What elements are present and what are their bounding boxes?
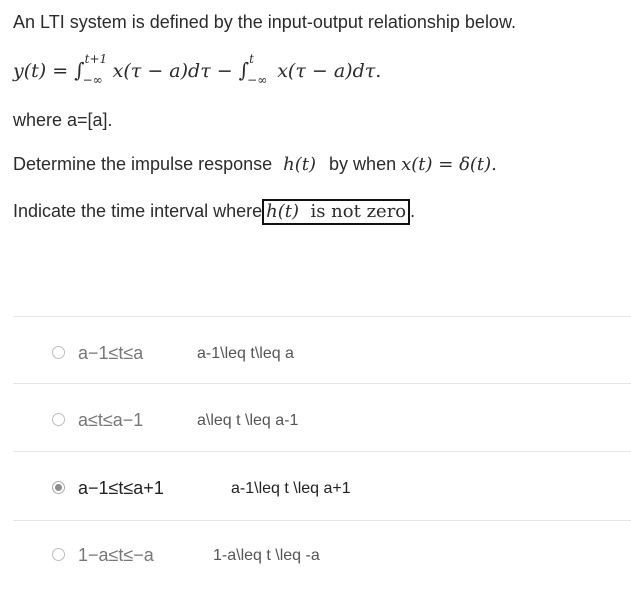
radio-button-selected[interactable] [52,481,65,494]
equation: y(t) = ∫ t+1 −∞ x(τ − a)dτ − ∫ t −∞ x(τ − a)… [13,52,382,87]
integral-2-lower: −∞ [247,73,268,87]
answer-option-3[interactable]: a−1≤t≤a+1 a-1\leq t \leq a+1 [0,452,631,518]
integral-1-lower: −∞ [82,73,103,87]
option-latex: a\leq t \leq a-1 [197,412,299,429]
answer-option-4[interactable]: 1−a≤t≤−a 1-a\leq t \leq -a [0,521,631,587]
radio-button[interactable] [52,413,65,426]
boxed-ht: h(t) [266,201,300,222]
option-latex: 1-a\leq t \leq -a [213,547,320,564]
integral-2-upper: t [249,52,254,66]
indicate-prefix: Indicate the time interval where [13,201,263,221]
boxed-expression: h(t) is not zero [262,199,411,225]
option-label: 1−a≤t≤−a [78,545,154,565]
equation-lhs: y(t) = [13,60,69,82]
boxed-rest: is not zero [310,201,407,222]
option-label: a−1≤t≤a+1 [78,478,164,498]
determine-prefix: Determine the impulse response [13,154,273,174]
integrand-2: x(τ − a)dτ. [277,60,382,82]
determine-text: Determine the impulse response h(t) by w… [13,154,497,175]
integrand-1: x(τ − a)dτ − [112,60,233,82]
indicate-text: Indicate the time interval where h(t) is … [13,199,415,225]
indicate-suffix: . [410,201,416,221]
radio-button[interactable] [52,346,65,359]
radio-button[interactable] [52,548,65,561]
option-latex: a-1\leq t\leq a [197,345,294,362]
option-label: a≤t≤a−1 [78,410,144,430]
determine-condition: x(t) = δ(t). [401,154,497,175]
option-label: a−1≤t≤a [78,343,144,363]
option-latex: a-1\leq t \leq a+1 [231,480,351,497]
integral-2-limits: t −∞ [247,52,271,87]
question-title: An LTI system is defined by the input-ou… [13,12,516,32]
determine-ht: h(t) [283,154,317,175]
integral-1-upper: t+1 [84,52,108,66]
determine-mid: by when [329,154,397,174]
where-text: where a=[a]. [13,110,113,130]
integral-1-limits: t+1 −∞ [83,52,108,87]
answer-option-2[interactable]: a≤t≤a−1 a\leq t \leq a-1 [0,384,631,450]
answer-option-1[interactable]: a−1≤t≤a a-1\leq t\leq a [0,317,631,383]
